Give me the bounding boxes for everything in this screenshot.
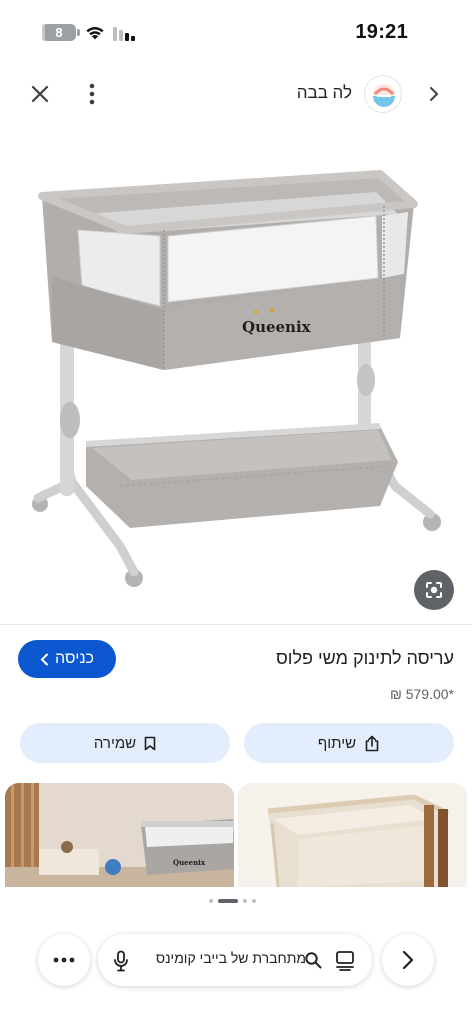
- back-button[interactable]: [422, 82, 446, 106]
- divider: [0, 624, 472, 625]
- site-logo[interactable]: [364, 75, 402, 113]
- beige-bassinet-image: [238, 783, 467, 887]
- pagination-dot-active: [218, 899, 238, 903]
- close-button[interactable]: [22, 76, 58, 112]
- battery-icon: 8: [42, 24, 76, 41]
- share-button[interactable]: שיתוף: [244, 723, 454, 763]
- bassinet-image: Queenix: [32, 170, 441, 587]
- related-images: Queenix: [0, 783, 472, 887]
- more-vert-icon: [89, 83, 95, 105]
- pagination-dot: [252, 899, 256, 903]
- tabs-icon[interactable]: [334, 949, 356, 971]
- visit-button[interactable]: כניסה: [18, 640, 116, 678]
- related-brand-mark: Queenix: [173, 858, 206, 867]
- chevron-right-icon: [402, 950, 414, 970]
- chevron-left-icon: [40, 653, 49, 665]
- product-price: *579.00 ₪: [389, 686, 454, 702]
- related-image-right[interactable]: [238, 783, 467, 887]
- pagination-dot: [209, 899, 213, 903]
- site-logo-icon: [373, 84, 395, 107]
- bottom-toolbar: מתחברת של בייבי קומינס: [0, 920, 472, 1024]
- cellular-signal-icon: [113, 27, 135, 41]
- pagination-dot: [243, 899, 247, 903]
- more-horiz-icon: [53, 957, 75, 963]
- pagination-dots: [209, 899, 256, 903]
- save-button-label: שמירה: [93, 734, 137, 752]
- search-icon: [305, 952, 322, 969]
- related-image-left[interactable]: Queenix: [5, 783, 234, 887]
- battery-tip: [77, 29, 80, 36]
- battery-level-text: 8: [55, 25, 63, 40]
- share-icon: [365, 735, 379, 751]
- wifi-icon: [86, 27, 104, 40]
- share-button-label: שיתוף: [317, 734, 357, 752]
- product-title[interactable]: עריסה לתינוק משי פלוס: [276, 648, 454, 669]
- more-button[interactable]: [38, 934, 90, 986]
- search-query-text[interactable]: מתחברת של בייבי קומינס: [156, 950, 306, 966]
- bookmark-icon: [144, 736, 156, 750]
- search-bar[interactable]: מתחברת של בייבי קומינס: [98, 934, 372, 986]
- more-options-button[interactable]: [76, 76, 108, 112]
- next-button[interactable]: [382, 934, 434, 986]
- lens-camera-icon: [426, 582, 442, 598]
- site-name[interactable]: לה בבה: [297, 83, 352, 103]
- chevron-left-icon: [430, 87, 439, 101]
- bedroom-bassinet-image: Queenix: [5, 783, 234, 887]
- top-bar: לה בבה: [0, 66, 472, 122]
- status-bar: 8 19:21: [0, 0, 472, 64]
- product-image[interactable]: Queenix: [0, 126, 472, 624]
- lens-search-button[interactable]: [414, 570, 454, 610]
- mic-icon[interactable]: [112, 950, 130, 972]
- status-time: 19:21: [355, 21, 408, 43]
- visit-button-label: כניסה: [55, 650, 94, 667]
- save-button[interactable]: שמירה: [20, 723, 230, 763]
- close-icon: [31, 85, 49, 103]
- bassinet-brand-mark: Queenix: [242, 318, 312, 336]
